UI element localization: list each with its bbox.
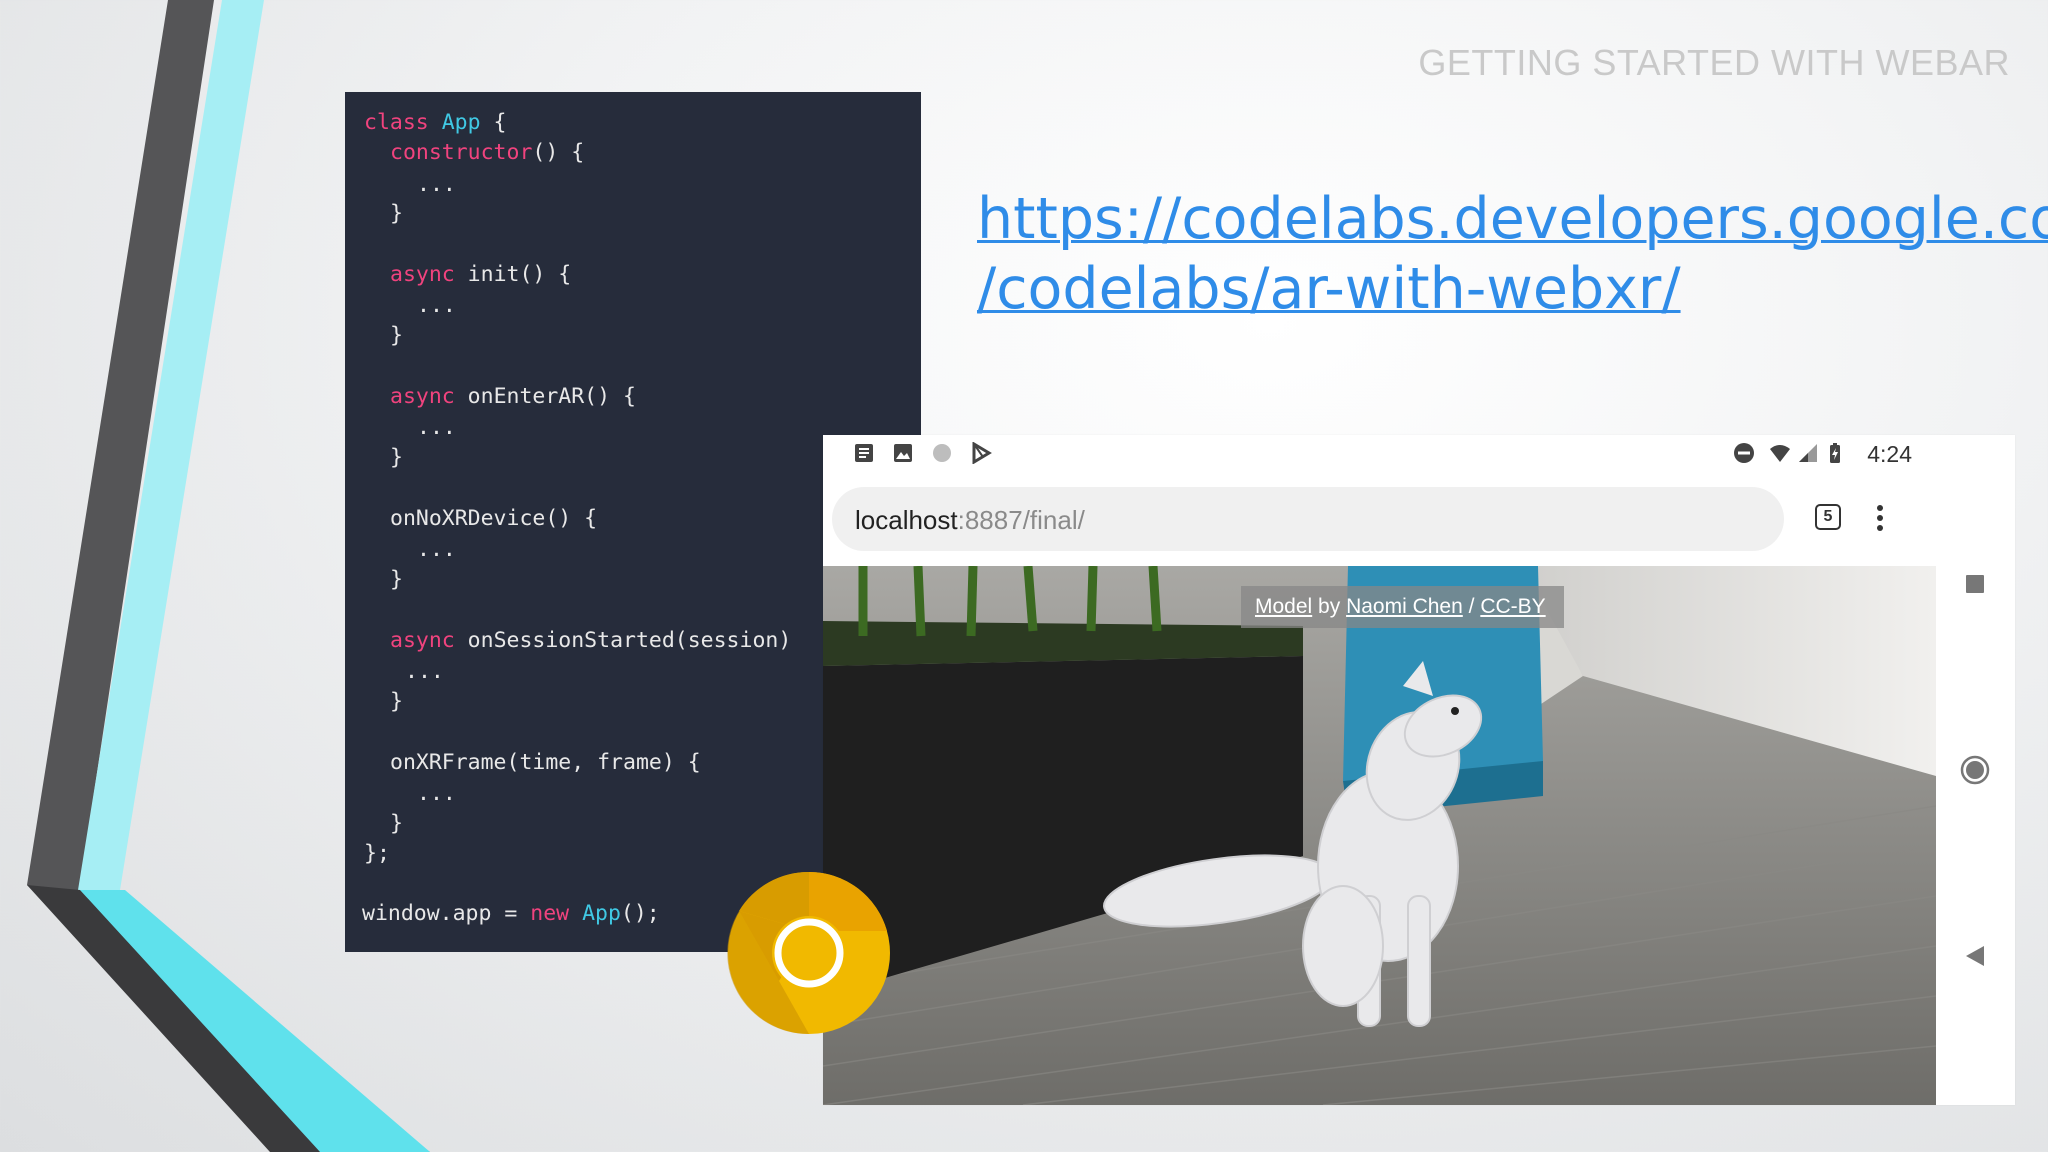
android-nav-bar	[1936, 435, 2015, 1105]
model-link[interactable]: Model	[1255, 595, 1312, 618]
image-icon	[894, 444, 912, 462]
code-line: ...	[417, 172, 456, 197]
url-bar[interactable]: localhost:8887/final/	[832, 487, 1784, 551]
back-button[interactable]	[1964, 945, 1986, 967]
author-link[interactable]: Naomi Chen	[1346, 595, 1463, 618]
status-time: 4:24	[1867, 441, 1912, 467]
codelab-link[interactable]: https://codelabs.developers.google.com /…	[977, 184, 2048, 324]
circle-icon	[933, 444, 951, 462]
recents-button[interactable]	[1964, 573, 1986, 595]
code-line: ...	[417, 415, 456, 440]
ar-camera-view[interactable]: Model by Naomi Chen / CC-BY	[823, 566, 1936, 1105]
ar-scene-image	[823, 566, 1936, 1105]
chrome-canary-logo	[727, 871, 890, 1035]
status-bar: 4:24	[823, 435, 1936, 473]
phone-screenshot: 4:24 localhost:8887/final/ 5 Model by Na…	[823, 435, 2015, 1105]
code-line: ...	[405, 659, 444, 684]
tab-switcher-button[interactable]: 5	[1815, 504, 1841, 530]
code-line: class App {	[364, 110, 507, 135]
play-store-icon	[972, 442, 992, 464]
code-line: ...	[417, 781, 456, 806]
code-line: onXRFrame(time, frame) {	[390, 750, 701, 775]
code-line: ...	[417, 537, 456, 562]
news-icon	[855, 444, 873, 462]
code-line: async onEnterAR() {	[390, 384, 636, 409]
code-line: }	[390, 445, 403, 470]
home-button[interactable]	[1960, 755, 1990, 785]
code-line: }	[390, 811, 403, 836]
code-line: }	[390, 567, 403, 592]
code-line: window.app = new App();	[362, 901, 660, 926]
license-link[interactable]: CC-BY	[1480, 595, 1545, 618]
battery-icon	[1830, 443, 1840, 463]
slide-title: GETTING STARTED WITH WEBAR	[1418, 42, 2010, 83]
code-line: onNoXRDevice() {	[390, 506, 598, 531]
dnd-icon	[1734, 443, 1754, 463]
url-text[interactable]: localhost:8887/final/	[855, 505, 1085, 536]
code-line: async init() {	[390, 262, 572, 287]
code-line: constructor() {	[390, 140, 585, 165]
code-line: }	[390, 201, 403, 226]
code-line: };	[364, 841, 390, 866]
signal-icon	[1799, 444, 1817, 462]
code-line: }	[390, 323, 403, 348]
code-line: }	[390, 689, 403, 714]
wifi-icon	[1770, 445, 1790, 462]
more-menu-icon[interactable]	[1875, 503, 1885, 533]
code-line: async onSessionStarted(session)	[390, 628, 792, 653]
code-line: ...	[417, 293, 456, 318]
codelab-link-line-1[interactable]: https://codelabs.developers.google.com	[977, 184, 2048, 254]
model-credit: Model by Naomi Chen / CC-BY	[1241, 586, 1564, 628]
codelab-link-line-2[interactable]: /codelabs/ar-with-webxr/	[977, 254, 2007, 324]
